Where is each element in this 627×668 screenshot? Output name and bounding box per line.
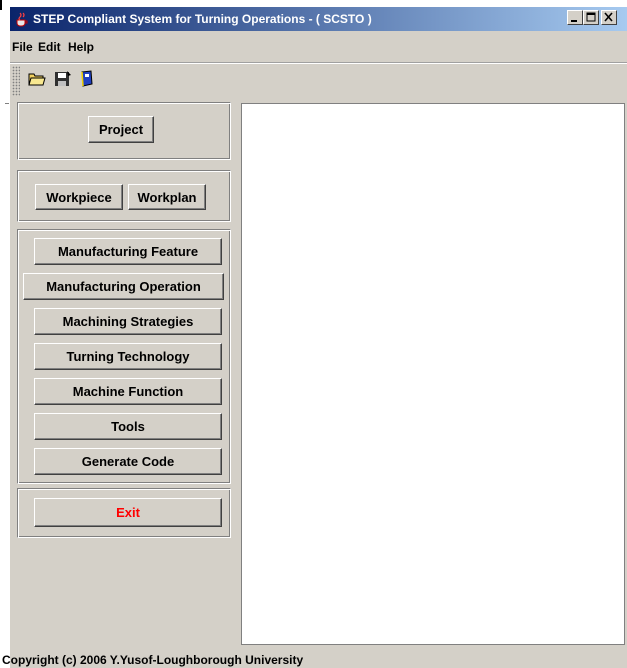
button-label: Manufacturing Operation (46, 279, 201, 294)
copyright-status: Copyright (c) 2006 Y.Yusof-Loughborough … (2, 653, 304, 667)
maximize-icon (586, 12, 596, 22)
toolbar-grip[interactable] (12, 66, 20, 96)
button-label: Machining Strategies (62, 314, 194, 329)
workplan-button-label: Workplan (137, 189, 197, 205)
window-title: STEP Compliant System for Turning Operat… (33, 12, 372, 26)
exit-panel: Exit (17, 488, 231, 538)
project-button[interactable]: Project (88, 116, 154, 143)
menu-bar: File Edit Help (10, 36, 627, 58)
project-panel: Project (17, 102, 231, 160)
button-label: Machine Function (72, 384, 184, 399)
project-button-label: Project (98, 122, 144, 137)
open-folder-icon (28, 73, 46, 86)
manufacturing-feature-button[interactable]: Manufacturing Feature (34, 238, 222, 265)
application-window: STEP Compliant System for Turning Operat… (2, 7, 627, 668)
exit-button-label: Exit (116, 505, 140, 520)
toolbar-divider (10, 63, 627, 64)
workpiece-button[interactable]: Workpiece (35, 184, 123, 210)
minimize-icon (571, 20, 577, 22)
java-cup-icon (16, 12, 28, 27)
generate-code-button[interactable]: Generate Code (34, 448, 222, 475)
title-bar[interactable]: STEP Compliant System for Turning Operat… (10, 7, 627, 31)
button-label: Generate Code (81, 454, 175, 469)
close-icon (604, 12, 613, 22)
workpiece-button-label: Workpiece (46, 189, 112, 205)
machine-function-button[interactable]: Machine Function (34, 378, 222, 405)
menu-edit[interactable]: Edit (38, 40, 61, 54)
main-content-area[interactable] (241, 103, 625, 645)
save-button[interactable] (52, 68, 74, 90)
button-label: Turning Technology (66, 349, 190, 364)
book-icon (81, 70, 93, 87)
button-label: Manufacturing Feature (57, 244, 199, 259)
maximize-button[interactable] (583, 10, 599, 25)
actions-panel: Manufacturing Feature Manufacturing Oper… (17, 229, 231, 484)
help-book-button[interactable] (76, 68, 98, 90)
workpiece-panel: Workpiece Workplan (17, 170, 231, 222)
tools-button[interactable]: Tools (34, 413, 222, 440)
stray-mark (0, 0, 2, 10)
save-floppy-icon (55, 71, 71, 86)
turning-technology-button[interactable]: Turning Technology (34, 343, 222, 370)
exit-button[interactable]: Exit (34, 498, 222, 527)
workplan-button[interactable]: Workplan (128, 184, 206, 210)
stray-mark (5, 103, 9, 104)
open-button[interactable] (26, 68, 48, 90)
manufacturing-operation-button[interactable]: Manufacturing Operation (23, 273, 224, 300)
close-button[interactable] (601, 10, 617, 25)
button-label: Tools (111, 419, 145, 434)
machining-strategies-button[interactable]: Machining Strategies (34, 308, 222, 335)
menu-file[interactable]: File (12, 40, 33, 54)
minimize-button[interactable] (567, 10, 583, 25)
menu-help[interactable]: Help (68, 40, 94, 54)
